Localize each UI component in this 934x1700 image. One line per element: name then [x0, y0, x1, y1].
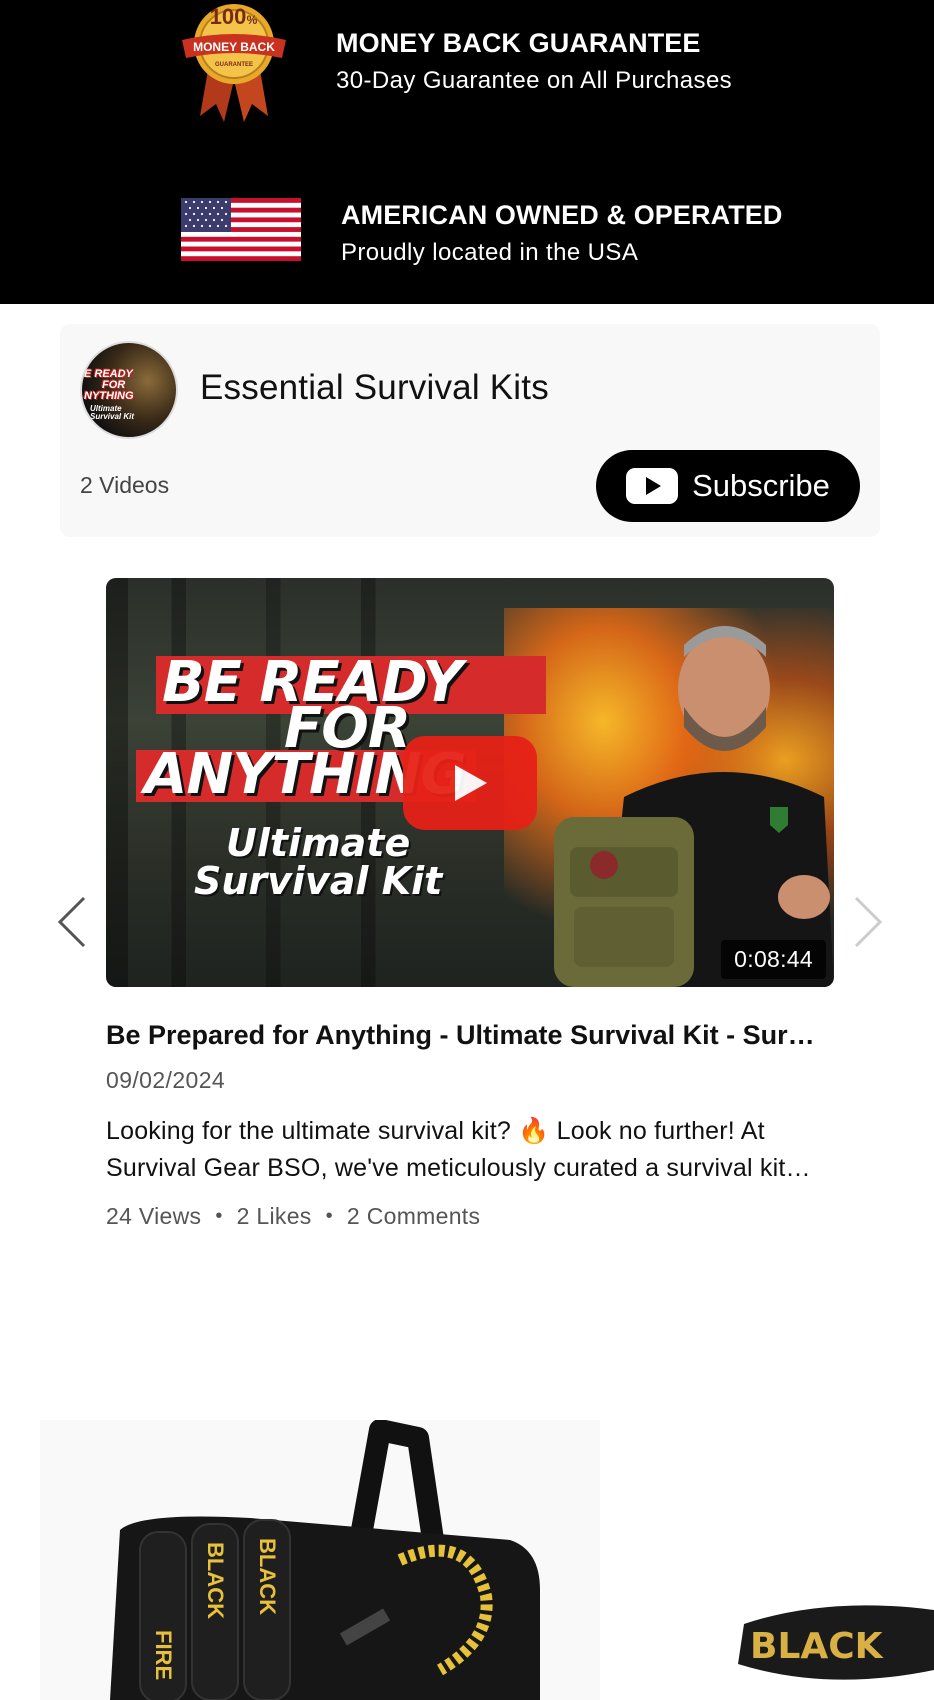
channel-avatar[interactable]: E READY FOR NYTHING Ultimate Survival Ki…: [80, 341, 178, 439]
video-date: 09/02/2024: [106, 1067, 226, 1093]
avatar-subtitle: Ultimate Survival Kit: [90, 405, 134, 421]
svg-text:MONEY BACK: MONEY BACK: [193, 40, 275, 54]
guarantee-block: MONEY BACK GUARANTEE 30-Day Guarantee on…: [336, 26, 732, 98]
chevron-right-icon[interactable]: [846, 892, 886, 952]
thumbnail-subtitle: Ultimate Survival Kit: [194, 824, 442, 900]
video-stats: 24 Views • 2 Likes • 2 Comments: [106, 1203, 480, 1230]
svg-text:BLACK: BLACK: [750, 1626, 884, 1667]
stats-separator: •: [215, 1205, 223, 1227]
avatar-line-3: NYTHING: [84, 390, 134, 402]
video-likes: 2 Likes: [236, 1203, 312, 1229]
chevron-left-icon[interactable]: [54, 892, 94, 952]
thumbnail-subtitle-line-1: Ultimate: [226, 821, 411, 865]
guarantee-title: MONEY BACK GUARANTEE: [336, 28, 701, 58]
svg-text:BLACK: BLACK: [203, 1542, 228, 1619]
us-flag-icon: [181, 198, 301, 261]
channel-card: E READY FOR NYTHING Ultimate Survival Ki…: [60, 324, 880, 537]
video-description: Looking for the ultimate survival kit? 🔥…: [106, 1117, 786, 1182]
trust-banner: 100 % MONEY BACK GUARANTEE MONEY BACK GU…: [0, 0, 934, 304]
channel-name[interactable]: Essential Survival Kits: [200, 368, 549, 408]
video-thumbnail[interactable]: BE READY FOR ANYTHING Ultimate Survival …: [106, 578, 834, 987]
video-views: 24 Views: [106, 1203, 202, 1229]
svg-text:GUARANTEE: GUARANTEE: [215, 62, 253, 68]
video-comments: 2 Comments: [346, 1203, 481, 1229]
svg-text:BLACK: BLACK: [255, 1538, 280, 1615]
thumbnail-subtitle-line-2: Survival Kit: [194, 859, 443, 903]
avatar-title: E READY FOR NYTHING: [84, 369, 176, 402]
product-image-survival-kit[interactable]: FIRE BLACK BLACK: [40, 1420, 600, 1700]
avatar-line-1: E READY: [84, 368, 133, 380]
play-icon: [455, 765, 487, 801]
guarantee-subtitle: 30-Day Guarantee on All Purchases: [336, 67, 733, 94]
avatar-sub-2: Survival Kit: [90, 412, 135, 421]
svg-text:FIRE: FIRE: [151, 1630, 176, 1680]
svg-text:%: %: [247, 13, 258, 27]
subscribe-button[interactable]: Subscribe: [596, 450, 860, 522]
product-image-black-roll[interactable]: BLACK: [728, 1580, 934, 1700]
american-owned-block: AMERICAN OWNED & OPERATED Proudly locate…: [341, 198, 783, 270]
svg-text:100: 100: [210, 4, 247, 29]
american-owned-title: AMERICAN OWNED & OPERATED: [341, 200, 783, 230]
thumbnail-presenter-image: [554, 626, 834, 987]
subscribe-label: Subscribe: [692, 468, 830, 503]
play-button[interactable]: [403, 736, 537, 830]
american-owned-subtitle: Proudly located in the USA: [341, 239, 639, 266]
money-back-badge-icon: 100 % MONEY BACK GUARANTEE: [182, 4, 286, 122]
video-title[interactable]: Be Prepared for Anything - Ultimate Surv…: [106, 1020, 826, 1051]
video-duration: 0:08:44: [721, 940, 826, 979]
video-count: 2 Videos: [80, 472, 170, 498]
stats-separator: •: [325, 1205, 333, 1227]
youtube-icon: [626, 468, 679, 504]
